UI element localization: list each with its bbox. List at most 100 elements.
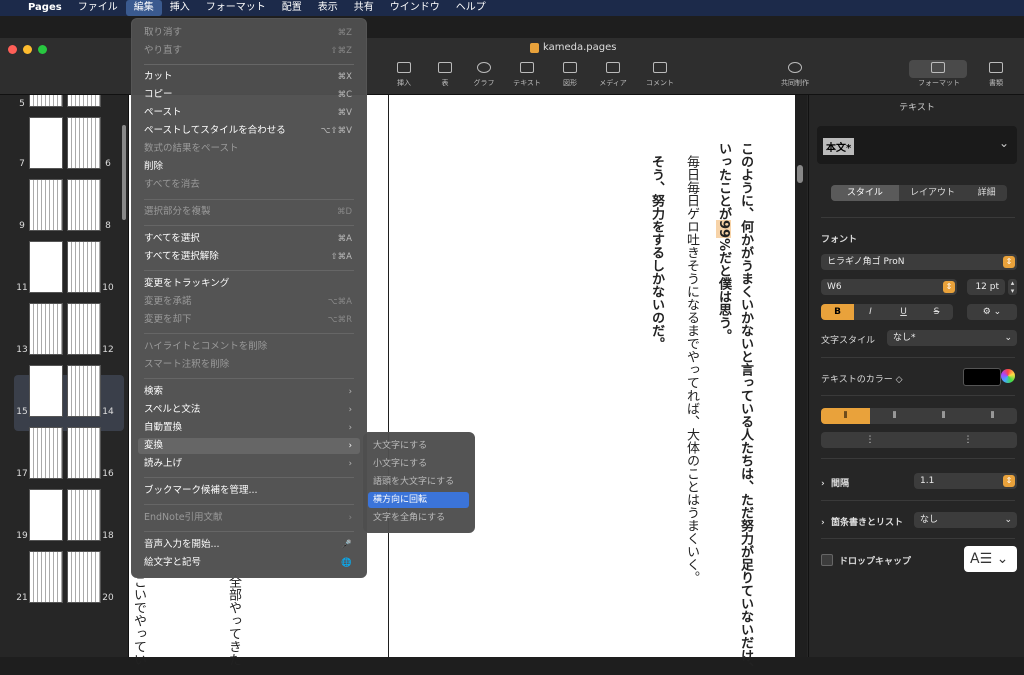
char-style-dropdown[interactable]: なし* ⌄: [887, 330, 1017, 346]
menu-item-undo[interactable]: 取り消す ⌘Z: [138, 25, 360, 41]
menu-item-clear-all[interactable]: すべてを消去: [138, 177, 360, 193]
italic-button[interactable]: I: [854, 304, 887, 320]
font-size-field[interactable]: 12 pt: [967, 279, 1005, 295]
indent-increase-button[interactable]: ⋮: [919, 432, 1017, 448]
bullets-dropdown[interactable]: なし ⌄: [914, 512, 1017, 528]
menu-item-manage-bookmarks[interactable]: ブックマーク候補を管理...: [138, 483, 360, 499]
toolbar-insert-button[interactable]: 挿入: [384, 62, 424, 88]
toolbar-text-button[interactable]: テキスト: [507, 62, 547, 88]
color-wheel-icon[interactable]: [1001, 369, 1015, 383]
align-center-button[interactable]: ⦀: [870, 408, 919, 424]
page-thumbnail[interactable]: [29, 241, 63, 293]
menu-app-pages[interactable]: Pages: [20, 0, 70, 16]
underline-button[interactable]: U: [887, 304, 920, 320]
page-thumbnail[interactable]: [29, 365, 63, 417]
sidebar-scrollbar[interactable]: [122, 125, 126, 220]
menu-item-speech[interactable]: 読み上げ ›: [138, 456, 360, 472]
left-page-text-2[interactable]: こいでやってい: [127, 575, 149, 666]
menu-item-endnote[interactable]: EndNote引用文献 ›: [138, 510, 360, 526]
menu-item-find[interactable]: 検索 ›: [138, 384, 360, 400]
menu-item-remove-smart-annotations[interactable]: スマート注釈を削除: [138, 357, 360, 373]
menu-item-substitutions[interactable]: 自動置換 ›: [138, 420, 360, 436]
toolbar-table-button[interactable]: 表: [425, 62, 465, 88]
page-thumbnail[interactable]: [29, 303, 63, 355]
font-size-stepper[interactable]: ▴ ▾: [1008, 279, 1017, 295]
canvas-scrollbar[interactable]: [797, 165, 803, 183]
menu-item-paste[interactable]: ペースト ⌘V: [138, 105, 360, 121]
text-options-button[interactable]: ⚙ ⌄: [967, 304, 1017, 320]
menu-item-accept-change[interactable]: 変更を承諾 ⌥⌘A: [138, 294, 360, 310]
page-thumbnail[interactable]: [29, 489, 63, 541]
menu-window[interactable]: ウインドウ: [382, 0, 448, 16]
menu-help[interactable]: ヘルプ: [448, 0, 494, 16]
menu-item-select-all[interactable]: すべてを選択 ⌘A: [138, 231, 360, 247]
menu-item-paste-match-style[interactable]: ペーストしてスタイルを合わせる ⌥⇧⌘V: [138, 123, 360, 139]
minimize-window-button[interactable]: [23, 45, 32, 54]
page-thumbnail[interactable]: [67, 489, 101, 541]
menu-item-cut[interactable]: カット ⌘X: [138, 69, 360, 85]
page-thumbnail[interactable]: [67, 303, 101, 355]
page-thumbnail[interactable]: [29, 95, 63, 107]
page-thumbnail[interactable]: [67, 551, 101, 603]
menu-item-duplicate[interactable]: 選択部分を複製 ⌘D: [138, 204, 360, 220]
text-column-3[interactable]: 毎日毎日ゲロ吐きそうになるまでやってれば、大体のことはうまくいく。: [680, 155, 702, 584]
menu-item-start-dictation[interactable]: 音声入力を開始... 🎤: [138, 537, 360, 553]
align-top-button[interactable]: ⦀: [821, 408, 870, 424]
toolbar-shape-button[interactable]: 図形: [550, 62, 590, 88]
page-thumbnail[interactable]: [67, 365, 101, 417]
menu-item-transformations[interactable]: 変換 ›: [138, 438, 360, 454]
menu-item-spelling[interactable]: スペルと文法 ›: [138, 402, 360, 418]
font-family-dropdown[interactable]: ヒラギノ角ゴ ProN ⇕: [821, 254, 1017, 270]
close-window-button[interactable]: [8, 45, 17, 54]
menu-item-copy[interactable]: コピー ⌘C: [138, 87, 360, 103]
text-column-4[interactable]: そう、努力をするしかないのだ。: [645, 155, 667, 350]
page-thumbnail[interactable]: [29, 117, 63, 169]
submenu-item-capitalize[interactable]: 語頭を大文字にする: [368, 474, 469, 490]
menu-item-redo[interactable]: やり直す ⇧⌘Z: [138, 43, 360, 59]
spacing-section[interactable]: › 間隔: [821, 476, 849, 489]
page-thumbnail[interactable]: [67, 241, 101, 293]
menu-item-track-changes[interactable]: 変更をトラッキング: [138, 276, 360, 292]
dropcap-checkbox[interactable]: [821, 554, 833, 566]
dropcap-style-picker[interactable]: A☰ ⌄: [964, 546, 1017, 572]
page-thumbnail[interactable]: [67, 95, 101, 107]
align-bottom-button[interactable]: ⦀: [919, 408, 968, 424]
align-justify-button[interactable]: ⦀: [968, 408, 1017, 424]
menu-arrange[interactable]: 配置: [274, 0, 310, 16]
menu-edit[interactable]: 編集: [125, 0, 162, 16]
text-column-2[interactable]: いったことが99%だと僕は思う。: [712, 142, 734, 342]
submenu-item-lowercase[interactable]: 小文字にする: [368, 456, 469, 472]
submenu-item-uppercase[interactable]: 大文字にする: [368, 438, 469, 454]
menu-format[interactable]: フォーマット: [198, 0, 274, 16]
page-thumbnail[interactable]: [67, 117, 101, 169]
menu-item-deselect-all[interactable]: すべてを選択解除 ⇧⌘A: [138, 249, 360, 265]
menu-file[interactable]: ファイル: [70, 0, 126, 16]
toolbar-document-button[interactable]: 書類: [976, 62, 1016, 88]
page-thumbnail[interactable]: [29, 427, 63, 479]
toolbar-comment-button[interactable]: コメント: [640, 62, 680, 88]
menu-item-remove-highlights[interactable]: ハイライトとコメントを削除: [138, 339, 360, 355]
font-weight-dropdown[interactable]: W6 ⇕: [821, 279, 957, 295]
text-column-1[interactable]: このように、何かがうまくいかないと言っている人たちは、ただ努力が足りていないだけ…: [734, 142, 756, 675]
toolbar-collaborate-button[interactable]: 共同制作: [775, 62, 815, 88]
apple-menu-icon[interactable]: [0, 0, 20, 16]
strikethrough-button[interactable]: S: [920, 304, 953, 320]
tab-style[interactable]: スタイル: [831, 185, 899, 201]
bold-button[interactable]: B: [821, 304, 854, 320]
page-thumbnail[interactable]: [29, 179, 63, 231]
indent-decrease-button[interactable]: ⋮: [821, 432, 919, 448]
page-thumbnail[interactable]: [29, 551, 63, 603]
paragraph-style-selector[interactable]: 本文* ⌄: [817, 126, 1017, 164]
page-thumbnail[interactable]: [67, 427, 101, 479]
menu-share[interactable]: 共有: [346, 0, 382, 16]
menu-item-delete[interactable]: 削除: [138, 159, 360, 175]
tab-layout[interactable]: レイアウト: [899, 185, 967, 201]
menu-item-emoji-symbols[interactable]: 絵文字と記号 🌐: [138, 555, 360, 571]
toolbar-chart-button[interactable]: グラフ: [464, 62, 504, 88]
toolbar-media-button[interactable]: メディア: [593, 62, 633, 88]
page-thumbnail[interactable]: [67, 179, 101, 231]
submenu-item-fullwidth[interactable]: 文字を全角にする: [368, 510, 469, 526]
toolbar-format-button[interactable]: フォーマット: [918, 62, 960, 88]
bullets-section[interactable]: › 箇条書きとリスト: [821, 515, 903, 528]
zoom-window-button[interactable]: [38, 45, 47, 54]
